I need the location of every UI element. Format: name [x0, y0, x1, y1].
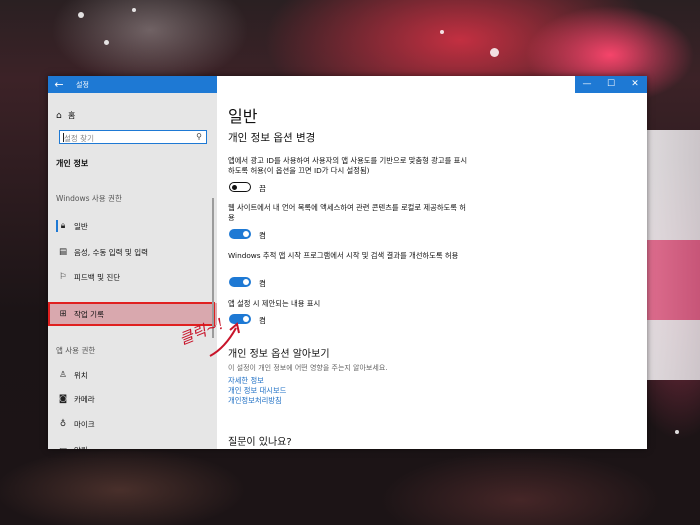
sidebar-group-title: 앱 사용 권한	[56, 346, 96, 355]
settings-window: ← 설정 — ☐ ✕ ⌂ 홈 설정 찾기 ⚲ 개인 정보 Windows 사용 …	[48, 76, 647, 449]
search-placeholder: 설정 찾기	[64, 134, 94, 143]
sidebar: ⌂ 홈 설정 찾기 ⚲ 개인 정보 Windows 사용 권한 🔒︎ 일반 ▤ …	[48, 93, 217, 449]
toggle-advertising-id[interactable]	[229, 182, 251, 192]
sidebar-item-label: 피드백 및 진단	[74, 272, 121, 282]
question-section-title: 질문이 있나요?	[228, 437, 292, 448]
sidebar-item-label: 위치	[74, 370, 88, 380]
sidebar-item-notifications[interactable]: ▭ 알림	[48, 439, 217, 449]
sidebar-item-feedback[interactable]: ⚐ 피드백 및 진단	[48, 266, 217, 288]
sidebar-item-speech[interactable]: ▤ 음성, 수동 입력 및 입력	[48, 241, 217, 263]
annotation-arrow	[209, 322, 240, 357]
back-arrow-icon[interactable]: ←	[48, 76, 70, 93]
close-icon[interactable]: ✕	[623, 76, 647, 93]
title-bar: ← 설정 — ☐ ✕	[48, 76, 647, 93]
lock-icon: 🔒︎	[60, 221, 66, 231]
location-icon: ♙	[59, 370, 67, 380]
title-bar-left: ← 설정	[48, 76, 217, 93]
maximize-icon[interactable]: ☐	[599, 76, 623, 93]
toggle-language-list[interactable]	[229, 229, 251, 239]
bokeh-dot	[78, 12, 84, 18]
option-description: 앱 설정 시 제안되는 내용 표시	[228, 299, 321, 308]
option-description: 웹 사이트에서 내 언어 목록에 액세스하여 관련 콘텐츠를 로컬로 제공하도록…	[228, 203, 467, 222]
option-description: 앱에서 광고 ID를 사용하여 사용자의 앱 사용도를 기반으로 맞춤형 광고를…	[228, 156, 468, 175]
sidebar-item-microphone[interactable]: ♁ 마이크	[48, 413, 217, 435]
feedback-icon: ⚐	[59, 272, 67, 282]
window-controls: — ☐ ✕	[575, 76, 647, 93]
sidebar-item-label: 음성, 수동 입력 및 입력	[74, 247, 149, 257]
sidebar-item-camera[interactable]: ◙ 카메라	[48, 388, 217, 410]
link-more-info[interactable]: 자세한 정보	[228, 376, 264, 386]
window-title: 설정	[76, 80, 89, 89]
sidebar-item-label: 카메라	[74, 394, 95, 404]
toggle-state-label: 끔	[259, 184, 266, 193]
link-privacy-policy[interactable]: 개인정보처리방침	[228, 396, 282, 406]
bokeh-dot	[440, 30, 444, 34]
sidebar-section-title: 개인 정보	[56, 159, 89, 168]
sidebar-item-label: 마이크	[74, 419, 95, 429]
bokeh-dot	[675, 430, 679, 434]
toggle-state-label: 켬	[259, 231, 266, 240]
sidebar-item-label: 알림	[74, 445, 88, 450]
link-privacy-dashboard[interactable]: 개인 정보 대시보드	[228, 386, 286, 396]
sidebar-item-general[interactable]: 🔒︎ 일반	[48, 215, 217, 237]
search-icon[interactable]: ⚲	[196, 132, 202, 141]
microphone-icon: ♁	[59, 419, 67, 429]
notification-icon: ▭	[56, 445, 70, 449]
wallpaper-pink-band	[640, 240, 700, 320]
speech-icon: ▤	[58, 247, 68, 257]
toggle-state-label: 켬	[259, 316, 266, 325]
bokeh-dot	[132, 8, 136, 12]
minimize-icon[interactable]: —	[575, 76, 599, 93]
bokeh-dot	[490, 48, 499, 57]
sidebar-group-title: Windows 사용 권한	[56, 194, 122, 203]
option-description: Windows 추적 앱 시작 프로그램에서 시작 및 검색 결과를 개선하도록…	[228, 251, 459, 260]
sidebar-item-home[interactable]: ⌂ 홈	[56, 110, 75, 121]
annotation-arrow-stroke	[209, 327, 237, 357]
sidebar-item-label: 일반	[74, 221, 88, 231]
sidebar-home-label: 홈	[68, 111, 76, 120]
camera-icon: ◙	[58, 394, 68, 404]
toggle-state-label: 켬	[259, 279, 266, 288]
bokeh-dot	[104, 40, 109, 45]
main-content: 일반 개인 정보 옵션 변경 앱에서 광고 ID를 사용하여 사용자의 앱 사용…	[217, 93, 647, 449]
home-icon: ⌂	[56, 110, 62, 121]
section-title: 개인 정보 옵션 변경	[228, 132, 316, 144]
search-input[interactable]: 설정 찾기 ⚲	[59, 130, 207, 144]
toggle-app-launch-tracking[interactable]	[229, 277, 251, 287]
page-title: 일반	[228, 107, 258, 126]
